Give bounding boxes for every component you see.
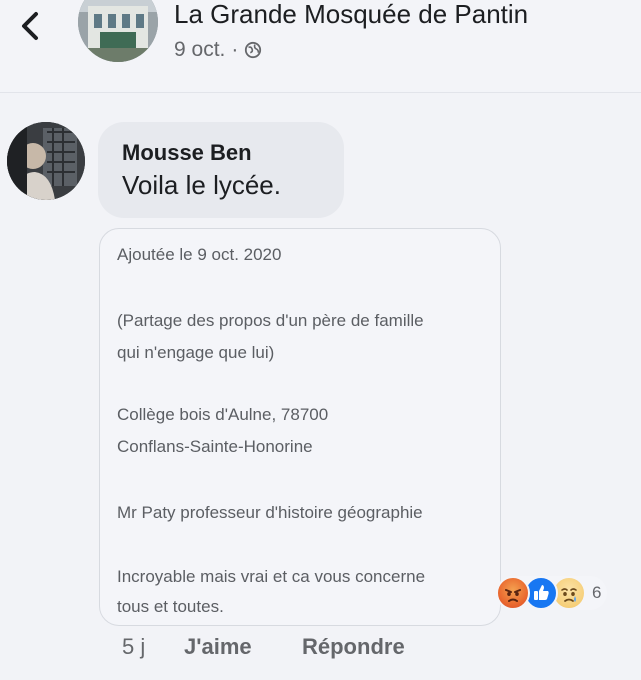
post-date[interactable]: 9 oct.	[174, 36, 225, 64]
post-meta: 9 oct. ·	[174, 36, 262, 64]
card-line-disclaimer-2: qui n'engage que lui)	[117, 343, 275, 362]
angry-reaction-icon	[496, 576, 530, 610]
reactions-summary[interactable]: 6	[496, 576, 608, 610]
card-line-teacher: Mr Paty professeur d'histoire géographie	[117, 503, 423, 522]
avatar-photo	[7, 122, 85, 200]
card-line-added-date: Ajoutée le 9 oct. 2020	[117, 245, 282, 264]
chevron-left-icon	[22, 12, 38, 40]
card-line-disclaimer-1: (Partage des propos d'un père de famille	[117, 311, 424, 330]
commenter-avatar[interactable]	[7, 122, 85, 200]
globe-icon	[245, 41, 262, 59]
commenter-name[interactable]: Mousse Ben	[122, 140, 252, 166]
page-title[interactable]: La Grande Mosquée de Pantin	[174, 0, 528, 30]
comment-bubble: Mousse Ben Voila le lycée.	[98, 122, 344, 218]
meta-separator: ·	[231, 38, 239, 61]
page-avatar[interactable]	[78, 0, 158, 62]
card-line-message-2: tous et toutes.	[117, 597, 224, 616]
like-button[interactable]: J'aime	[184, 634, 252, 660]
comment-text: Voila le lycée.	[122, 170, 281, 200]
post-header: La Grande Mosquée de Pantin 9 oct. ·	[0, 0, 641, 93]
building-photo	[78, 0, 158, 62]
attached-screenshot[interactable]: Ajoutée le 9 oct. 2020 (Partage des prop…	[99, 228, 501, 626]
back-button[interactable]	[12, 6, 48, 46]
card-line-school: Collège bois d'Aulne, 78700	[117, 405, 329, 424]
card-line-message-1: Incroyable mais vrai et ca vous concerne	[117, 567, 426, 586]
reaction-count: 6	[592, 583, 602, 602]
comment-time[interactable]: 5 j	[122, 634, 145, 660]
card-line-city: Conflans-Sainte-Honorine	[117, 437, 313, 456]
reply-button[interactable]: Répondre	[302, 634, 405, 660]
